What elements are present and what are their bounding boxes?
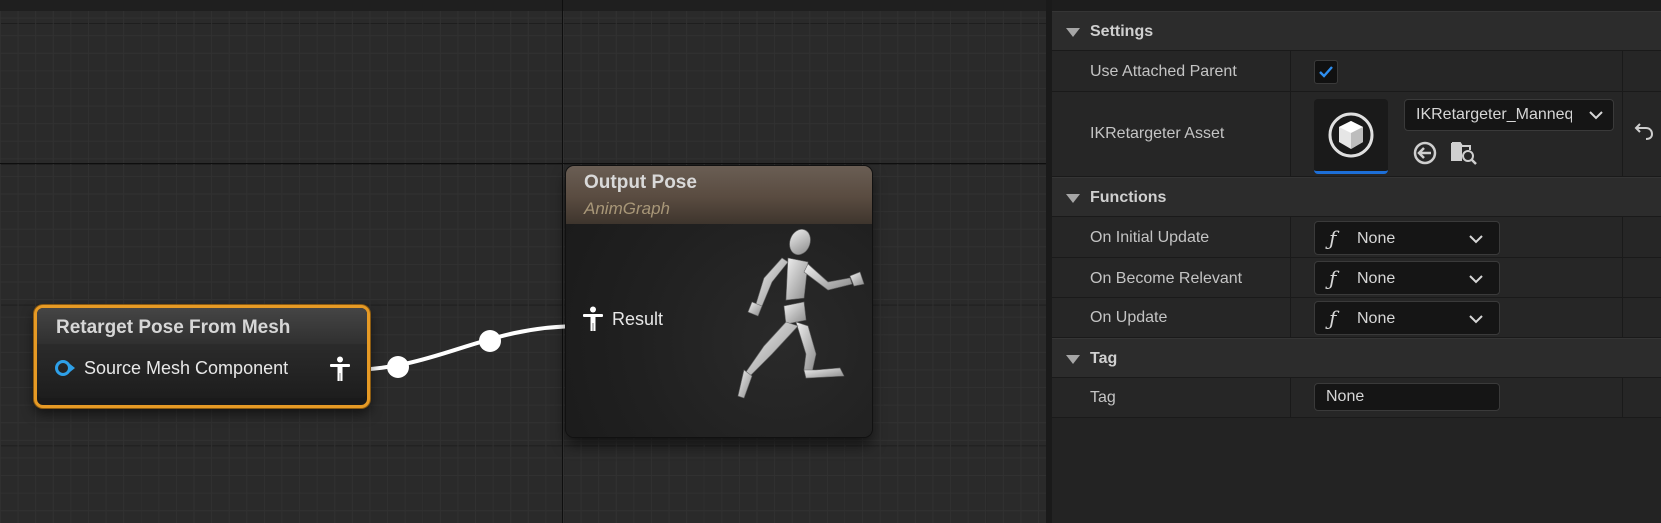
column-divider[interactable]	[1290, 298, 1291, 337]
collapse-triangle-icon[interactable]	[1066, 355, 1080, 364]
column-divider[interactable]	[1290, 258, 1291, 297]
running-mannequin-icon	[737, 229, 865, 399]
property-row-use-attached-parent: Use Attached Parent	[1052, 51, 1661, 92]
function-icon: ƒ	[1329, 306, 1337, 330]
function-icon: ƒ	[1329, 226, 1337, 250]
retarget-pose-from-mesh-node[interactable]: Retarget Pose From Mesh Source Mesh Comp…	[34, 305, 370, 408]
anim-graph-canvas[interactable]: Retarget Pose From Mesh Source Mesh Comp…	[0, 0, 1046, 523]
column-divider[interactable]	[1290, 92, 1291, 176]
section-title: Settings	[1090, 23, 1154, 40]
wire-knot[interactable]	[479, 330, 501, 352]
result-pin-label: Result	[612, 309, 664, 329]
graph-origin-horizontal-line	[0, 163, 1046, 164]
find-in-browser-icon[interactable]	[1450, 138, 1478, 166]
property-row-on-update: On Update ƒ None	[1052, 298, 1661, 338]
on-initial-update-function-picker[interactable]: ƒ None	[1314, 221, 1500, 255]
chevron-down-icon	[1469, 275, 1483, 284]
browse-to-asset-icon[interactable]	[1412, 140, 1438, 166]
wire-knot[interactable]	[387, 356, 409, 378]
node-body: Result	[566, 224, 872, 437]
column-divider[interactable]	[1290, 217, 1291, 257]
pose-pin-icon[interactable]	[328, 356, 352, 382]
column-divider	[1622, 258, 1623, 297]
column-divider	[1622, 92, 1623, 176]
details-top-bar	[1052, 0, 1661, 11]
property-label: Use Attached Parent	[1090, 63, 1237, 80]
collapse-triangle-icon[interactable]	[1066, 28, 1080, 37]
function-picker-value: None	[1357, 230, 1396, 247]
column-divider[interactable]	[1290, 51, 1291, 91]
ikretargeter-asset-picker[interactable]: IKRetargeter_Mannequin	[1404, 99, 1614, 131]
chevron-down-icon	[1589, 111, 1603, 120]
node-header: Output Pose AnimGraph	[566, 166, 872, 224]
property-row-ikretargeter-asset: IKRetargeter Asset IKRetargeter_Mannequi…	[1052, 92, 1661, 177]
node-title: Retarget Pose From Mesh	[56, 317, 291, 338]
function-icon: ƒ	[1329, 266, 1337, 290]
function-picker-value: None	[1357, 310, 1396, 327]
asset-thumbnail[interactable]	[1314, 99, 1388, 174]
column-divider	[1622, 217, 1623, 257]
details-panel: Settings Use Attached Parent IKRetargete…	[1046, 0, 1661, 523]
static-mesh-asset-icon	[1328, 112, 1374, 158]
node-body: Source Mesh Component	[37, 344, 367, 398]
checkmark-icon	[1319, 66, 1333, 78]
column-divider	[1622, 51, 1623, 91]
column-divider	[1622, 378, 1623, 417]
section-tag[interactable]: Tag	[1052, 338, 1661, 378]
chevron-down-icon	[1469, 315, 1483, 324]
property-label: On Update	[1090, 309, 1168, 326]
pose-pin-icon[interactable]	[582, 306, 604, 332]
column-divider[interactable]	[1290, 378, 1291, 417]
reset-to-default-icon[interactable]	[1634, 122, 1654, 140]
graph-origin-vertical-line	[562, 0, 563, 523]
property-label: On Initial Update	[1090, 229, 1210, 246]
chevron-down-icon	[1469, 235, 1483, 244]
property-label: Tag	[1090, 389, 1116, 406]
graph-top-bar	[0, 0, 1046, 11]
collapse-triangle-icon[interactable]	[1066, 194, 1080, 203]
column-divider	[1622, 298, 1623, 337]
source-mesh-component-pin-label: Source Mesh Component	[84, 358, 289, 378]
property-row-on-become-relevant: On Become Relevant ƒ None	[1052, 258, 1661, 298]
pose-connection-wire[interactable]	[0, 0, 1046, 523]
component-pin-icon[interactable]	[55, 359, 75, 377]
use-attached-parent-checkbox[interactable]	[1314, 60, 1338, 84]
property-row-on-initial-update: On Initial Update ƒ None	[1052, 217, 1661, 258]
section-settings[interactable]: Settings	[1052, 11, 1661, 51]
section-functions[interactable]: Functions	[1052, 177, 1661, 217]
property-label: On Become Relevant	[1090, 270, 1243, 287]
node-subtitle: AnimGraph	[584, 199, 670, 218]
node-header: Retarget Pose From Mesh	[37, 308, 367, 344]
section-title: Functions	[1090, 189, 1167, 206]
function-picker-value: None	[1357, 270, 1396, 287]
on-update-function-picker[interactable]: ƒ None	[1314, 301, 1500, 335]
tag-input[interactable]: None	[1314, 383, 1500, 411]
asset-picker-value: IKRetargeter_Mannequin	[1416, 106, 1572, 123]
output-pose-node[interactable]: Output Pose AnimGraph Result	[566, 166, 872, 437]
property-label: IKRetargeter Asset	[1090, 125, 1225, 142]
node-title: Output Pose	[584, 172, 697, 193]
property-row-tag: Tag None	[1052, 378, 1661, 418]
section-title: Tag	[1090, 350, 1118, 367]
on-become-relevant-function-picker[interactable]: ƒ None	[1314, 261, 1500, 295]
